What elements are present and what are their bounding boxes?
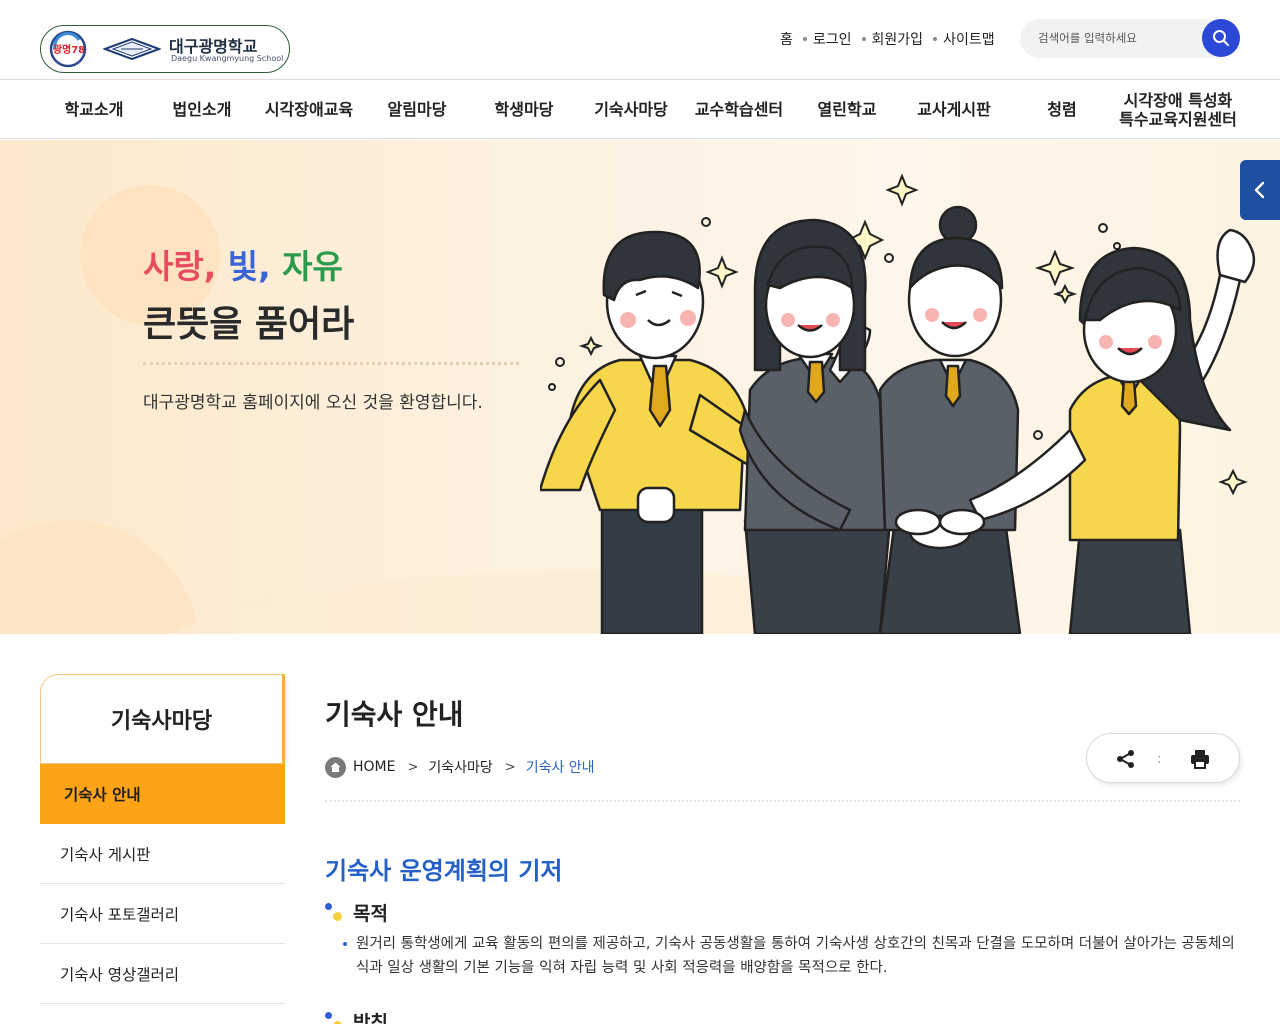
subsection-heading-text: 목적 [353, 902, 388, 925]
chevron-right-icon: > [407, 759, 419, 775]
gnb-label: 교사게시판 [917, 100, 991, 120]
gnb-item-student[interactable]: 학생마당 [472, 81, 576, 139]
lnb-item-dorm-info[interactable]: 기숙사 안내 [40, 764, 285, 824]
search-icon [1213, 30, 1229, 46]
gnb-item-integrity[interactable]: 청렴 [1010, 81, 1114, 139]
sub-menu-header: 기숙사마당 [40, 674, 285, 764]
util-link-sitemap[interactable]: 사이트맵 [943, 29, 995, 49]
gnb-label: 기숙사마당 [594, 100, 668, 120]
bullet-dots-icon [325, 901, 347, 923]
purpose-text-body: 원거리 통학생에게 교육 활동의 편의를 제공하고, 기숙사 공동생활을 통하여… [356, 936, 1235, 976]
bullet-dots-icon [325, 1010, 347, 1024]
subsection-heading-purpose: 목적 [325, 899, 388, 925]
decor-circle [0, 520, 200, 634]
gnb-label: 시각장애교육 [264, 100, 354, 120]
util-link-signup[interactable]: 회원가입 [872, 29, 924, 49]
slogan-headline: 큰뜻을 품어라 [143, 304, 355, 345]
breadcrumb: HOME > 기숙사마당 > 기숙사 안내 [325, 756, 595, 778]
subsection-heading-policy: 방침 [325, 1008, 388, 1024]
slogan-word-love: 사랑 [143, 247, 204, 286]
quick-menu-toggle[interactable] [1240, 160, 1280, 220]
lnb-item-dorm-board[interactable]: 기숙사 게시판 [40, 824, 285, 884]
students-illustration [540, 173, 1256, 634]
section-title: 기숙사 운영계획의 기저 [325, 857, 563, 885]
util-link-login[interactable]: 로그인 [813, 29, 852, 49]
lnb-item-dorm-photo-gallery[interactable]: 기숙사 포토갤러리 [40, 884, 285, 944]
purpose-text: 원거리 통학생에게 교육 활동의 편의를 제공하고, 기숙사 공동생활을 통하여… [343, 932, 1243, 980]
sub-menu-title: 기숙사마당 [110, 709, 213, 734]
gnb-label: 알림마당 [387, 100, 447, 120]
gnb-item-visual-impairment-edu[interactable]: 시각장애교육 [256, 81, 362, 139]
school-emblem-icon: 광명78 [49, 30, 87, 68]
subsection-heading-text: 방침 [353, 1011, 388, 1024]
gnb-label: 학생마당 [494, 100, 554, 120]
content-divider [325, 800, 1240, 802]
util-separator [861, 37, 866, 41]
slogan-divider [143, 362, 519, 365]
logo-name-english: Daegu Kwangmyung School [171, 54, 284, 63]
gnb-item-school-intro[interactable]: 학교소개 [42, 81, 146, 139]
gnb-label: 교수학습센터 [694, 100, 784, 120]
utility-links: 홈 로그인 회원가입 사이트맵 [780, 28, 995, 50]
student-girl-blazer [738, 218, 892, 634]
util-separator [802, 37, 807, 41]
gnb-item-dormitory[interactable]: 기숙사마당 [579, 81, 683, 139]
gnb-item-foundation[interactable]: 법인소개 [150, 81, 254, 139]
gnb-item-notice[interactable]: 알림마당 [365, 81, 469, 139]
search-input[interactable] [1038, 27, 1198, 49]
school-logo[interactable]: 광명78 대구광명학교 Daegu Kwangmyung School [40, 25, 290, 73]
page-title: 기숙사 안내 [325, 698, 464, 731]
gnb-item-open-school[interactable]: 열린학교 [795, 81, 899, 139]
slogan-word-freedom: 자유 [282, 247, 343, 286]
main-visual-banner: 사랑, 빛, 자유 큰뜻을 품어라 대구광명학교 홈페이지에 오신 것을 환영합… [0, 140, 1280, 634]
main-navigation: 학교소개 법인소개 시각장애교육 알림마당 학생마당 기숙사마당 교수학습센터 … [0, 81, 1280, 139]
site-header: 광명78 대구광명학교 Daegu Kwangmyung School 홈 로그… [0, 0, 1280, 80]
gnb-item-teaching-center[interactable]: 교수학습센터 [686, 81, 792, 139]
gnb-item-teacher-board[interactable]: 교사게시판 [902, 81, 1006, 139]
util-separator [933, 37, 938, 41]
util-link-home[interactable]: 홈 [780, 29, 793, 49]
gnb-label: 시각장애 특성화 특수교육지원센터 [1119, 90, 1237, 129]
chevron-left-icon [1254, 181, 1265, 199]
gnb-label: 청렴 [1047, 100, 1077, 120]
lnb-item-dorm-video-gallery[interactable]: 기숙사 영상갤러리 [40, 944, 285, 1004]
breadcrumb-link[interactable]: 기숙사마당 [428, 757, 492, 777]
breadcrumb-current[interactable]: 기숙사 안내 [526, 757, 595, 777]
student-girl-bun [878, 205, 1022, 634]
logo-diamond-icon [103, 37, 161, 61]
emblem-text: 광명78 [53, 43, 85, 56]
home-icon [325, 756, 346, 778]
page-tools: : [1086, 733, 1240, 783]
gnb-label: 학교소개 [64, 100, 124, 120]
tool-separator: : [1157, 751, 1162, 767]
gnb-item-support-center[interactable]: 시각장애 특성화 특수교육지원센터 [1114, 81, 1242, 139]
breadcrumb-home-link[interactable]: HOME [353, 759, 395, 775]
search-button[interactable] [1202, 19, 1240, 57]
slogan-values: 사랑, 빛, 자유 [143, 247, 343, 286]
gnb-label: 열린학교 [817, 100, 877, 120]
print-icon[interactable] [1189, 748, 1211, 770]
welcome-message: 대구광명학교 홈페이지에 오신 것을 환영합니다. [143, 393, 483, 413]
slogan-word-light: 빛 [227, 247, 259, 286]
share-icon[interactable] [1115, 748, 1137, 770]
gnb-label: 법인소개 [172, 100, 232, 120]
chevron-right-icon: > [504, 759, 516, 775]
